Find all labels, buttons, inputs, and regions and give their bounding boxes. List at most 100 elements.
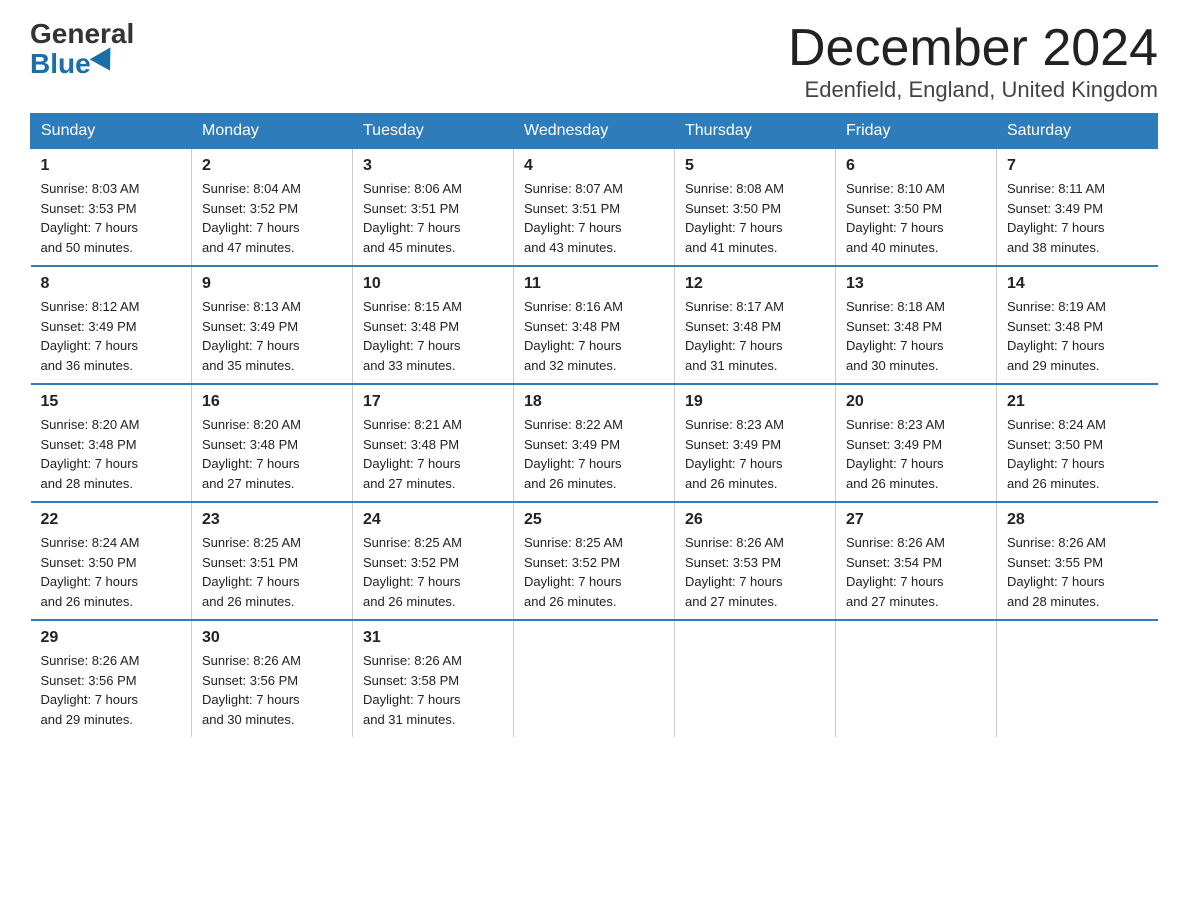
day-info: Sunrise: 8:08 AMSunset: 3:50 PMDaylight:… — [685, 179, 825, 257]
day-info: Sunrise: 8:25 AMSunset: 3:52 PMDaylight:… — [524, 533, 664, 611]
calendar-cell: 28 Sunrise: 8:26 AMSunset: 3:55 PMDayligh… — [997, 502, 1158, 620]
calendar-week-5: 29 Sunrise: 8:26 AMSunset: 3:56 PMDayligh… — [31, 620, 1158, 737]
day-info: Sunrise: 8:26 AMSunset: 3:58 PMDaylight:… — [363, 651, 503, 729]
calendar-header: Sunday Monday Tuesday Wednesday Thursday… — [31, 114, 1158, 149]
calendar-cell: 10 Sunrise: 8:15 AMSunset: 3:48 PMDayligh… — [353, 266, 514, 384]
day-info: Sunrise: 8:22 AMSunset: 3:49 PMDaylight:… — [524, 415, 664, 493]
day-info: Sunrise: 8:26 AMSunset: 3:56 PMDaylight:… — [41, 651, 182, 729]
calendar-cell: 14 Sunrise: 8:19 AMSunset: 3:48 PMDayligh… — [997, 266, 1158, 384]
calendar-body: 1 Sunrise: 8:03 AMSunset: 3:53 PMDaylight… — [31, 149, 1158, 738]
calendar-week-1: 1 Sunrise: 8:03 AMSunset: 3:53 PMDaylight… — [31, 149, 1158, 267]
header-monday: Monday — [192, 114, 353, 149]
day-info: Sunrise: 8:26 AMSunset: 3:54 PMDaylight:… — [846, 533, 986, 611]
header-wednesday: Wednesday — [514, 114, 675, 149]
day-info: Sunrise: 8:20 AMSunset: 3:48 PMDaylight:… — [41, 415, 182, 493]
calendar-cell: 1 Sunrise: 8:03 AMSunset: 3:53 PMDaylight… — [31, 149, 192, 267]
calendar-cell: 18 Sunrise: 8:22 AMSunset: 3:49 PMDayligh… — [514, 384, 675, 502]
header-saturday: Saturday — [997, 114, 1158, 149]
header-friday: Friday — [836, 114, 997, 149]
calendar-cell: 29 Sunrise: 8:26 AMSunset: 3:56 PMDayligh… — [31, 620, 192, 737]
day-number: 14 — [1007, 275, 1148, 293]
calendar-cell: 20Sunrise: 8:23 AMSunset: 3:49 PMDayligh… — [836, 384, 997, 502]
day-number: 26 — [685, 511, 825, 529]
day-number: 17 — [363, 393, 503, 411]
calendar-cell: 5 Sunrise: 8:08 AMSunset: 3:50 PMDaylight… — [675, 149, 836, 267]
day-number: 23 — [202, 511, 342, 529]
calendar-cell: 2 Sunrise: 8:04 AMSunset: 3:52 PMDaylight… — [192, 149, 353, 267]
calendar-cell: 3Sunrise: 8:06 AMSunset: 3:51 PMDaylight… — [353, 149, 514, 267]
day-number: 11 — [524, 275, 664, 293]
header-row: Sunday Monday Tuesday Wednesday Thursday… — [31, 114, 1158, 149]
day-number: 18 — [524, 393, 664, 411]
day-info: Sunrise: 8:13 AMSunset: 3:49 PMDaylight:… — [202, 297, 342, 375]
logo-general-text: General — [30, 20, 134, 48]
calendar-cell: 19 Sunrise: 8:23 AMSunset: 3:49 PMDayligh… — [675, 384, 836, 502]
calendar-cell: 9 Sunrise: 8:13 AMSunset: 3:49 PMDaylight… — [192, 266, 353, 384]
day-info: Sunrise: 8:26 AMSunset: 3:55 PMDaylight:… — [1007, 533, 1148, 611]
calendar-cell: 24 Sunrise: 8:25 AMSunset: 3:52 PMDayligh… — [353, 502, 514, 620]
location: Edenfield, England, United Kingdom — [788, 77, 1158, 103]
day-info: Sunrise: 8:18 AMSunset: 3:48 PMDaylight:… — [846, 297, 986, 375]
day-number: 16 — [202, 393, 342, 411]
day-number: 29 — [41, 629, 182, 647]
day-info: Sunrise: 8:25 AMSunset: 3:51 PMDaylight:… — [202, 533, 342, 611]
calendar-cell — [514, 620, 675, 737]
calendar-week-2: 8 Sunrise: 8:12 AMSunset: 3:49 PMDaylight… — [31, 266, 1158, 384]
logo: General Blue — [30, 20, 134, 80]
day-info: Sunrise: 8:23 AMSunset: 3:49 PMDaylight:… — [685, 415, 825, 493]
day-number: 24 — [363, 511, 503, 529]
calendar-cell: 8 Sunrise: 8:12 AMSunset: 3:49 PMDaylight… — [31, 266, 192, 384]
calendar-cell — [836, 620, 997, 737]
day-number: 4 — [524, 157, 664, 175]
calendar-cell: 11Sunrise: 8:16 AMSunset: 3:48 PMDayligh… — [514, 266, 675, 384]
day-number: 25 — [524, 511, 664, 529]
day-number: 2 — [202, 157, 342, 175]
day-number: 13 — [846, 275, 986, 293]
day-info: Sunrise: 8:04 AMSunset: 3:52 PMDaylight:… — [202, 179, 342, 257]
calendar-week-4: 22 Sunrise: 8:24 AMSunset: 3:50 PMDayligh… — [31, 502, 1158, 620]
header-tuesday: Tuesday — [353, 114, 514, 149]
day-number: 8 — [41, 275, 182, 293]
calendar-week-3: 15Sunrise: 8:20 AMSunset: 3:48 PMDayligh… — [31, 384, 1158, 502]
calendar-cell: 31Sunrise: 8:26 AMSunset: 3:58 PMDayligh… — [353, 620, 514, 737]
day-number: 10 — [363, 275, 503, 293]
logo-blue-text: Blue — [30, 48, 117, 80]
month-title: December 2024 — [788, 20, 1158, 77]
calendar-cell: 17 Sunrise: 8:21 AMSunset: 3:48 PMDayligh… — [353, 384, 514, 502]
page-header: General Blue December 2024 Edenfield, En… — [30, 20, 1158, 103]
day-info: Sunrise: 8:26 AMSunset: 3:56 PMDaylight:… — [202, 651, 342, 729]
day-number: 27 — [846, 511, 986, 529]
day-info: Sunrise: 8:19 AMSunset: 3:48 PMDaylight:… — [1007, 297, 1148, 375]
day-info: Sunrise: 8:07 AMSunset: 3:51 PMDaylight:… — [524, 179, 664, 257]
day-number: 19 — [685, 393, 825, 411]
day-info: Sunrise: 8:12 AMSunset: 3:49 PMDaylight:… — [41, 297, 182, 375]
calendar-cell: 23 Sunrise: 8:25 AMSunset: 3:51 PMDayligh… — [192, 502, 353, 620]
logo-triangle-icon — [89, 47, 120, 76]
day-info: Sunrise: 8:21 AMSunset: 3:48 PMDaylight:… — [363, 415, 503, 493]
day-info: Sunrise: 8:15 AMSunset: 3:48 PMDaylight:… — [363, 297, 503, 375]
day-info: Sunrise: 8:03 AMSunset: 3:53 PMDaylight:… — [41, 179, 182, 257]
calendar-cell: 15Sunrise: 8:20 AMSunset: 3:48 PMDayligh… — [31, 384, 192, 502]
calendar-cell: 30Sunrise: 8:26 AMSunset: 3:56 PMDayligh… — [192, 620, 353, 737]
calendar-cell: 13 Sunrise: 8:18 AMSunset: 3:48 PMDayligh… — [836, 266, 997, 384]
day-number: 9 — [202, 275, 342, 293]
day-number: 7 — [1007, 157, 1148, 175]
day-number: 1 — [41, 157, 182, 175]
calendar-cell: 4 Sunrise: 8:07 AMSunset: 3:51 PMDaylight… — [514, 149, 675, 267]
day-number: 22 — [41, 511, 182, 529]
header-thursday: Thursday — [675, 114, 836, 149]
day-info: Sunrise: 8:10 AMSunset: 3:50 PMDaylight:… — [846, 179, 986, 257]
day-info: Sunrise: 8:25 AMSunset: 3:52 PMDaylight:… — [363, 533, 503, 611]
calendar-cell: 6Sunrise: 8:10 AMSunset: 3:50 PMDaylight… — [836, 149, 997, 267]
calendar-cell: 26Sunrise: 8:26 AMSunset: 3:53 PMDayligh… — [675, 502, 836, 620]
calendar-cell — [997, 620, 1158, 737]
calendar-cell: 22 Sunrise: 8:24 AMSunset: 3:50 PMDayligh… — [31, 502, 192, 620]
day-number: 12 — [685, 275, 825, 293]
day-number: 5 — [685, 157, 825, 175]
day-info: Sunrise: 8:17 AMSunset: 3:48 PMDaylight:… — [685, 297, 825, 375]
day-info: Sunrise: 8:23 AMSunset: 3:49 PMDaylight:… — [846, 415, 986, 493]
day-info: Sunrise: 8:06 AMSunset: 3:51 PMDaylight:… — [363, 179, 503, 257]
day-info: Sunrise: 8:20 AMSunset: 3:48 PMDaylight:… — [202, 415, 342, 493]
day-info: Sunrise: 8:24 AMSunset: 3:50 PMDaylight:… — [41, 533, 182, 611]
day-number: 28 — [1007, 511, 1148, 529]
